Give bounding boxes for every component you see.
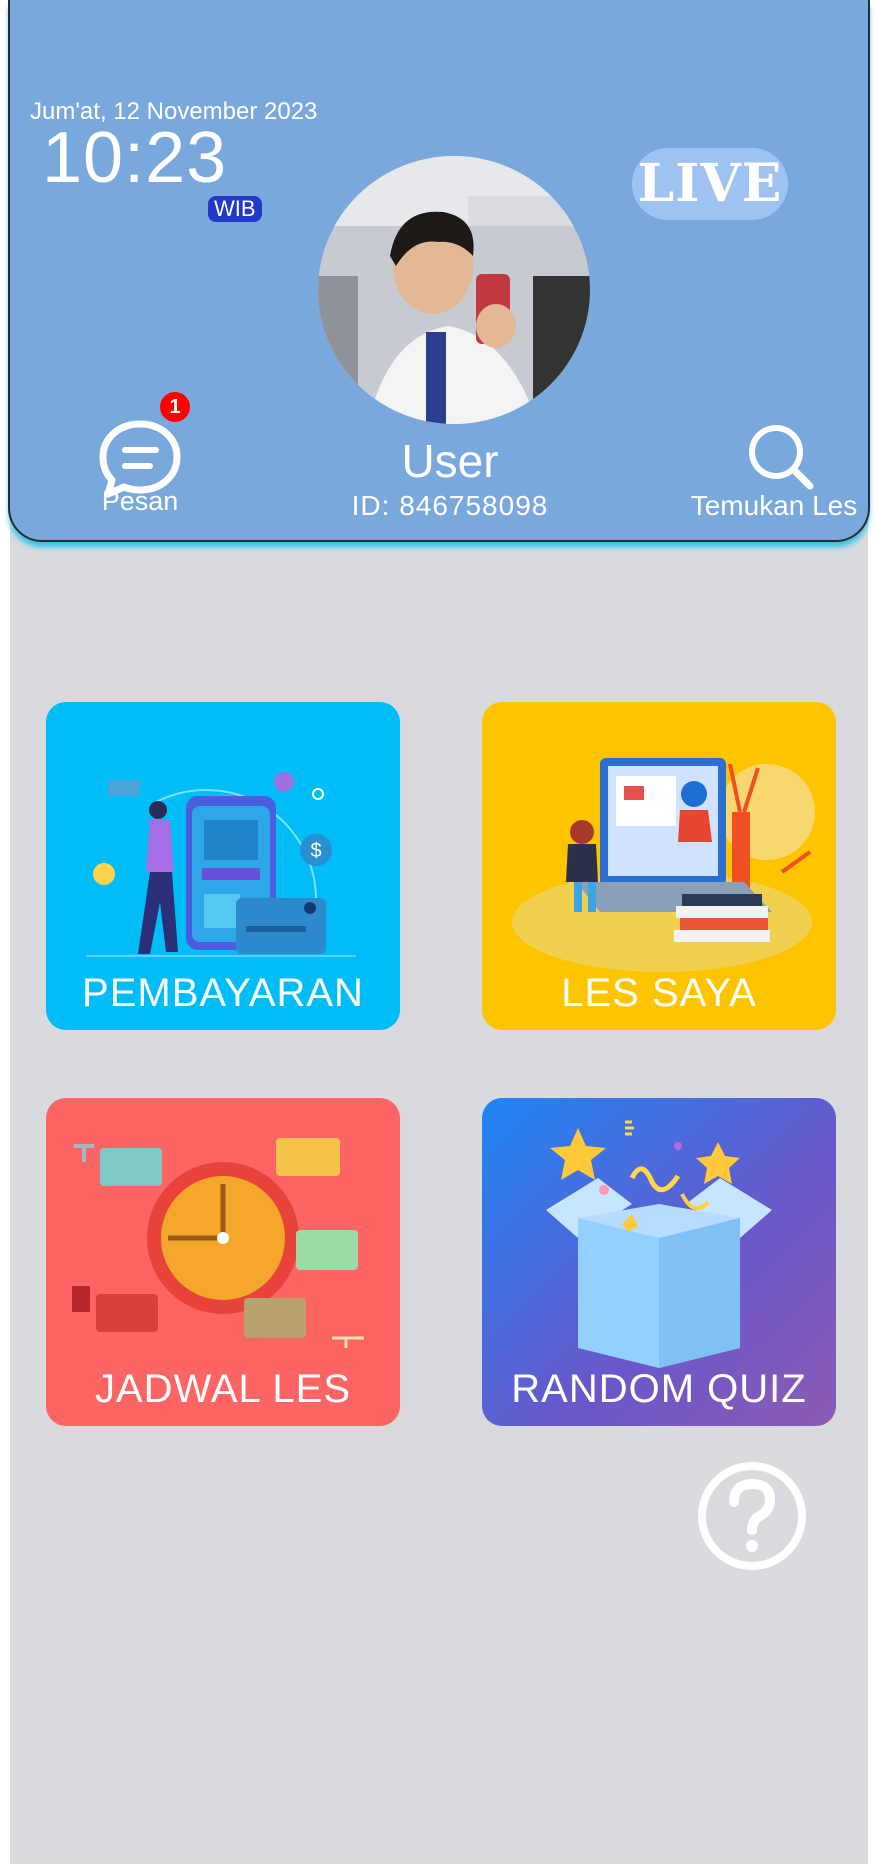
help-icon bbox=[698, 1462, 806, 1570]
my-course-label: LES SAYA bbox=[561, 971, 757, 1015]
user-name: User bbox=[401, 435, 499, 487]
schedule-label: JADWAL LES bbox=[95, 1367, 351, 1411]
header-panel: Jum'at, 12 November 2023 10:23 WIB LIVE … bbox=[8, 0, 870, 542]
app-screen: Jum'at, 12 November 2023 10:23 WIB LIVE … bbox=[8, 0, 870, 1864]
payment-card[interactable]: $ PEMBAYARAN bbox=[46, 702, 400, 1030]
user-id: ID: 846758098 bbox=[351, 490, 549, 521]
avatar-photo bbox=[318, 156, 590, 424]
random-quiz-label: RANDOM QUIZ bbox=[511, 1367, 807, 1411]
help-button[interactable] bbox=[694, 1458, 810, 1574]
svg-text:$: $ bbox=[310, 840, 321, 862]
my-course-card[interactable]: LES SAYA bbox=[482, 702, 836, 1030]
search-icon bbox=[749, 425, 814, 490]
live-button[interactable]: LIVE bbox=[632, 148, 788, 220]
random-quiz-card[interactable]: RANDOM QUIZ bbox=[482, 1098, 836, 1426]
find-course-button[interactable]: Temukan Les bbox=[682, 420, 866, 524]
current-time: 10:23 bbox=[42, 118, 228, 198]
schedule-card[interactable]: JADWAL LES bbox=[46, 1098, 400, 1426]
find-course-label: Temukan Les bbox=[690, 490, 858, 521]
messages-button[interactable]: 1 Pesan bbox=[80, 392, 200, 522]
avatar[interactable] bbox=[318, 156, 590, 424]
timezone-badge: WIB bbox=[208, 196, 262, 222]
payment-label: PEMBAYARAN bbox=[82, 971, 364, 1015]
unread-badge: 1 bbox=[160, 392, 190, 422]
messages-label: Pesan bbox=[101, 486, 179, 516]
